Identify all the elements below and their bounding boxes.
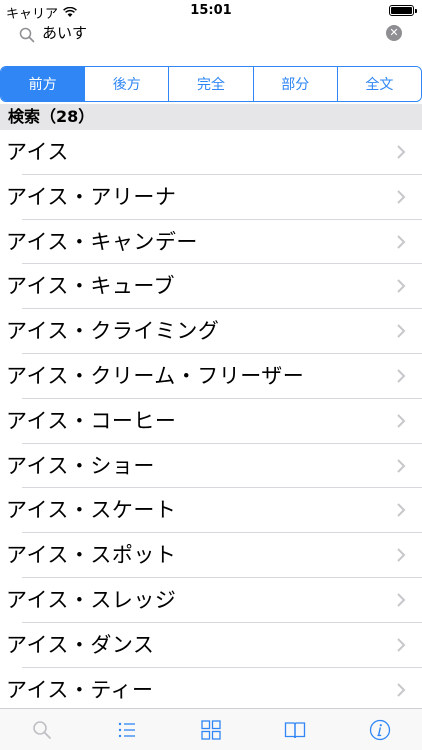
list-icon	[118, 722, 135, 737]
list-item[interactable]: アイス・クライミング	[6, 309, 422, 354]
chevron-right-icon	[397, 458, 406, 473]
chevron-right-icon	[397, 324, 406, 338]
battery-icon	[389, 5, 417, 16]
chevron-right-icon	[397, 279, 406, 294]
search-input[interactable]: あいす	[42, 22, 87, 44]
results-section-header: 検索（28）	[0, 104, 422, 130]
chevron-right-icon	[397, 638, 406, 652]
chevron-right-icon	[397, 503, 406, 518]
segment-prefix[interactable]: 前方	[1, 67, 85, 101]
list-item[interactable]: アイス・アリーナ	[6, 175, 422, 220]
list-item[interactable]: アイス・キャンデー	[6, 220, 422, 265]
tab-book[interactable]	[253, 709, 337, 750]
segment-fulltext[interactable]: 全文	[336, 67, 421, 101]
tab-list[interactable]	[84, 709, 168, 750]
list-item[interactable]: アイス・スケート	[6, 488, 422, 534]
list-item-label: アイス	[6, 140, 69, 164]
chevron-right-icon	[397, 593, 406, 607]
list-item[interactable]: アイス・コーヒー	[6, 399, 422, 444]
tab-info[interactable]	[338, 709, 422, 750]
list-item[interactable]: アイス・ダンス	[6, 623, 422, 668]
tab-grid[interactable]	[169, 709, 253, 750]
list-item[interactable]: アイス・スレッジ	[6, 578, 422, 623]
list-item[interactable]: アイス・ショー	[6, 444, 422, 489]
info-icon	[369, 719, 390, 740]
list-item[interactable]: アイス・キューブ	[6, 264, 422, 310]
list-item-label: アイス・コーヒー	[6, 408, 177, 433]
search-icon	[33, 720, 52, 739]
grid-icon	[201, 719, 221, 740]
chevron-right-icon	[397, 414, 406, 428]
status-time: 15:01	[190, 3, 232, 18]
list-item[interactable]: アイス・スポット	[6, 533, 422, 578]
list-item-label: アイス・キューブ	[6, 274, 176, 299]
search-icon	[19, 27, 35, 43]
list-item[interactable]: アイス	[6, 130, 422, 175]
list-item-label: アイス・ダンス	[6, 632, 155, 657]
chevron-right-icon	[397, 548, 406, 562]
list-item-label: アイス・キャンデー	[6, 229, 198, 254]
list-item-label: アイス・スレッジ	[6, 587, 177, 612]
chevron-right-icon	[397, 145, 406, 159]
status-bar: キャリア 15:01	[0, 0, 422, 22]
list-item-label: アイス・ショー	[6, 453, 155, 478]
list-item-label: アイス・アリーナ	[6, 184, 177, 209]
list-item-label: アイス・クライミング	[6, 319, 220, 344]
search-mode-segmented-control: 前方 後方 完全 部分 全文	[0, 66, 422, 102]
tab-bar	[0, 708, 422, 750]
list-item-label: アイス・ティー	[6, 677, 154, 702]
search-bar[interactable]: あいす ✕	[0, 22, 422, 62]
segment-partial[interactable]: 部分	[252, 67, 337, 101]
chevron-right-icon	[397, 234, 406, 249]
chevron-right-icon	[397, 190, 406, 204]
chevron-right-icon	[397, 682, 406, 697]
clear-search-icon[interactable]: ✕	[386, 25, 402, 41]
results-list: アイス アイス・アリーナ アイス・キャンデー アイス・キューブ アイス・クライミ…	[0, 130, 422, 712]
list-item[interactable]: アイス・クリーム・フリーザー	[6, 354, 422, 399]
chevron-right-icon	[397, 369, 406, 383]
tab-search[interactable]	[0, 709, 84, 750]
segment-exact[interactable]: 完全	[168, 67, 253, 101]
list-item-label: アイス・スポット	[6, 543, 177, 568]
list-item-label: アイス・クリーム・フリーザー	[6, 363, 305, 388]
book-icon	[285, 721, 306, 738]
list-item[interactable]: アイス・ティー	[6, 668, 422, 713]
list-item-label: アイス・スケート	[6, 498, 177, 523]
segment-suffix[interactable]: 後方	[84, 67, 169, 101]
